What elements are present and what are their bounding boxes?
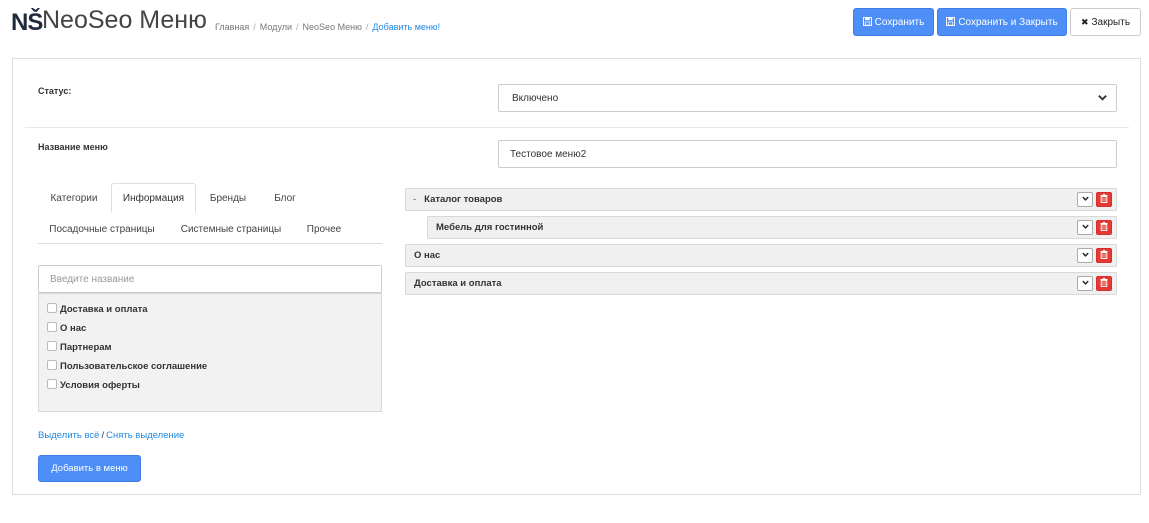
breadcrumb-home[interactable]: Главная <box>215 22 249 32</box>
close-button[interactable]: ✖ Закрыть <box>1070 8 1141 36</box>
menu-edit-panel: Статус: Включено Название меню Тестовое … <box>12 58 1141 495</box>
save-button[interactable]: Сохранить <box>853 8 934 36</box>
breadcrumb-separator: / <box>253 22 256 32</box>
list-item[interactable]: Условия оферты <box>47 378 140 391</box>
menu-tree-item[interactable]: - Каталог товаров <box>405 188 1117 211</box>
tab-landing-pages[interactable]: Посадочные страницы <box>38 214 166 244</box>
list-item-label: О нас <box>60 323 87 334</box>
delete-item-button[interactable] <box>1096 276 1112 291</box>
source-tabs: Категории Информация Бренды Блог Посадоч… <box>38 183 382 245</box>
expand-item-button[interactable] <box>1077 192 1093 207</box>
menu-tree-item[interactable]: Доставка и оплата <box>405 272 1117 295</box>
expand-item-button[interactable] <box>1077 248 1093 263</box>
list-item[interactable]: О нас <box>47 321 87 334</box>
page-title: NeoSeo Меню <box>42 6 207 34</box>
menu-tree-item-controls <box>1077 276 1112 291</box>
save-and-close-button[interactable]: Сохранить и Закрыть <box>937 8 1067 36</box>
menu-tree-item-controls <box>1077 220 1112 235</box>
menu-name-label: Название меню <box>38 142 108 152</box>
menu-tree-item-label: О нас <box>414 250 441 261</box>
collapse-toggle[interactable]: - <box>413 194 416 205</box>
close-button-label: Закрыть <box>1091 16 1131 28</box>
delete-item-button[interactable] <box>1096 248 1112 263</box>
status-select[interactable]: Включено <box>498 84 1117 112</box>
breadcrumb-add-menu[interactable]: Добавить меню! <box>372 22 440 32</box>
tab-information[interactable]: Информация <box>111 183 196 213</box>
chevron-down-icon <box>1081 250 1090 262</box>
list-item-label: Пользовательское соглашение <box>60 361 208 372</box>
menu-tree-item[interactable]: О нас <box>405 244 1117 267</box>
tabs-divider <box>38 243 382 244</box>
menu-tree-item-controls <box>1077 248 1112 263</box>
menu-tree-item[interactable]: Мебель для гостинной <box>427 216 1117 239</box>
tab-brands[interactable]: Бренды <box>198 183 258 213</box>
list-item[interactable]: Доставка и оплата <box>47 302 148 315</box>
menu-tree-item-controls <box>1077 192 1112 207</box>
app-logo: NŠ <box>11 9 43 36</box>
add-to-menu-button[interactable]: Добавить в меню <box>38 455 141 482</box>
checkbox[interactable] <box>47 302 57 313</box>
tab-other[interactable]: Прочее <box>295 214 353 244</box>
menu-tree-item-label: Каталог товаров <box>424 194 503 205</box>
tab-blog[interactable]: Блог <box>260 183 310 213</box>
list-item-label: Условия оферты <box>60 380 140 391</box>
floppy-icon <box>862 16 872 28</box>
select-all-link[interactable]: Выделить всё <box>38 430 99 441</box>
list-item[interactable]: Пользовательское соглашение <box>47 359 208 372</box>
list-item[interactable]: Партнерам <box>47 340 112 353</box>
breadcrumb-separator: / <box>365 22 369 32</box>
trash-icon <box>1100 249 1108 262</box>
breadcrumb: Главная / Модули / NeoSeo Меню / Добавить меню… <box>215 22 440 32</box>
chevron-down-icon <box>1081 222 1090 234</box>
checkbox[interactable] <box>47 359 57 370</box>
breadcrumb-neoseo-menu[interactable]: NeoSeo Меню <box>303 22 362 32</box>
trash-icon <box>1100 221 1108 234</box>
delete-item-button[interactable] <box>1096 220 1112 235</box>
chevron-down-icon <box>1081 194 1090 206</box>
chevron-down-icon <box>1081 278 1090 290</box>
deselect-link[interactable]: Снять выделение <box>106 430 184 441</box>
chevron-down-icon <box>1097 92 1108 103</box>
menu-tree-item-label: Доставка и оплата <box>414 278 502 289</box>
status-label: Статус: <box>38 86 72 96</box>
expand-item-button[interactable] <box>1077 220 1093 235</box>
save-and-close-label: Сохранить и Закрыть <box>958 16 1058 28</box>
information-list: Доставка и оплата О нас Партнерам Пользо… <box>38 293 382 412</box>
floppy-icon <box>946 16 956 28</box>
breadcrumb-modules[interactable]: Модули <box>260 22 292 32</box>
page-header: NŠ NeoSeo Меню Главная / Модули / NeoSeo Мен… <box>0 0 1149 46</box>
divider <box>25 127 1129 128</box>
selection-links: Выделить всё / Снять выделение <box>38 430 184 441</box>
menu-name-input[interactable]: Тестовое меню2 <box>498 140 1117 168</box>
checkbox[interactable] <box>47 340 57 351</box>
save-button-label: Сохранить <box>874 16 925 28</box>
tab-categories[interactable]: Категории <box>38 183 110 213</box>
list-item-label: Доставка и оплата <box>60 304 148 315</box>
breadcrumb-separator: / <box>296 22 299 32</box>
times-icon: ✖ <box>1080 16 1089 27</box>
checkbox[interactable] <box>47 378 57 389</box>
search-input[interactable]: Введите название <box>38 265 382 293</box>
checkbox[interactable] <box>47 321 57 332</box>
delete-item-button[interactable] <box>1096 192 1112 207</box>
menu-tree-item-label: Мебель для гостинной <box>436 222 544 233</box>
tab-system-pages[interactable]: Системные страницы <box>170 214 292 244</box>
list-item-label: Партнерам <box>60 342 112 353</box>
trash-icon <box>1100 193 1108 206</box>
expand-item-button[interactable] <box>1077 276 1093 291</box>
status-select-value: Включено <box>512 92 559 104</box>
link-separator: / <box>101 430 105 441</box>
trash-icon <box>1100 277 1108 290</box>
